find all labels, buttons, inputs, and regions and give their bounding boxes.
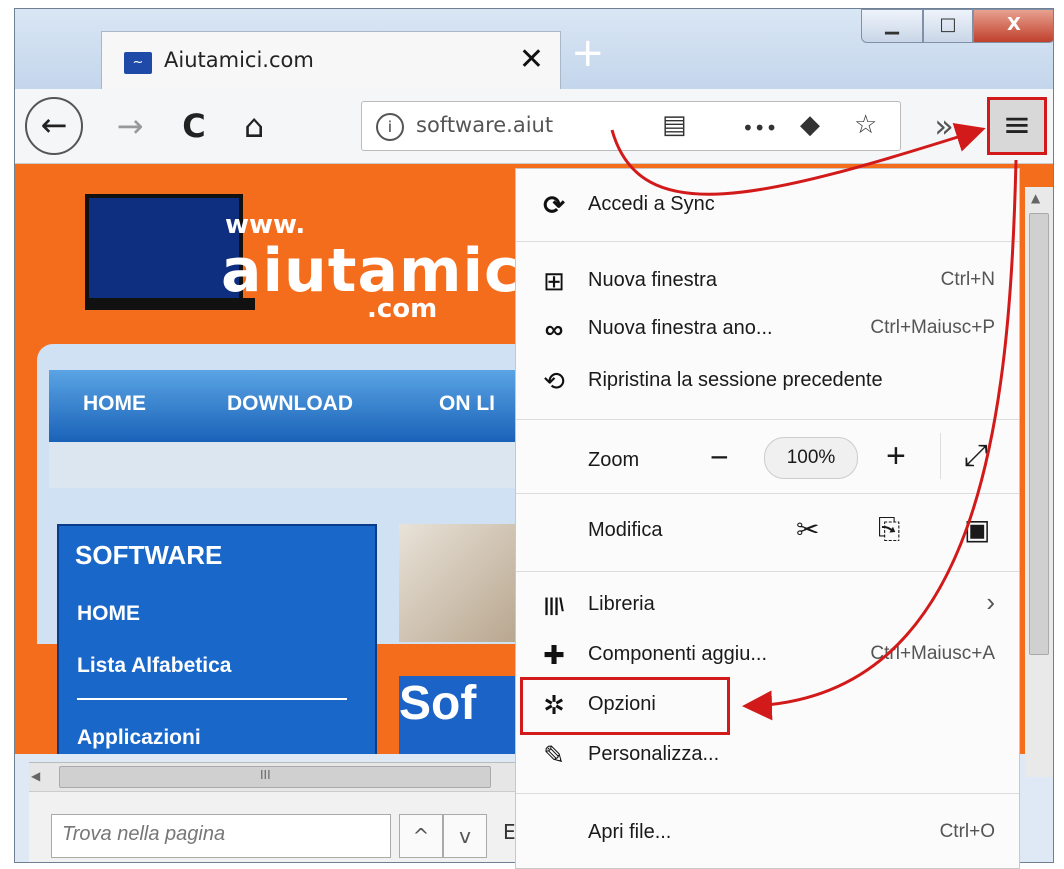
menu-label: Nuova finestra ano...	[588, 317, 773, 339]
options-highlight-box	[520, 677, 730, 735]
main-menu-panel: ⟳ Accedi a Sync ⊞ Nuova finestra Ctrl+N …	[515, 168, 1020, 869]
reader-view-icon[interactable]: ▤	[662, 110, 687, 140]
hamburger-menu-button[interactable]: ≡	[987, 97, 1047, 155]
find-input[interactable]: Trova nella pagina	[51, 814, 391, 858]
menu-row-edit: Modifica ✂ ⎘ ▣	[516, 507, 1019, 555]
menu-item-sync[interactable]: ⟳ Accedi a Sync	[516, 181, 1019, 229]
menu-separator	[516, 419, 1019, 420]
menu-label: Componenti aggiu...	[588, 643, 768, 665]
close-window-button[interactable]: X	[973, 9, 1053, 43]
menu-shortcut: Ctrl+Maiusc+P	[870, 317, 995, 338]
navigation-toolbar: ← → C ⌂ i software.aiut ▤ ••• ◆ ☆ » ≡	[15, 89, 1053, 164]
menu-label: Ripristina la sessione precedente	[588, 369, 883, 391]
scroll-grip: III	[260, 768, 271, 782]
pocket-icon[interactable]: ◆	[800, 110, 820, 140]
find-bar: Trova nella pagina ^ v E	[29, 791, 529, 862]
menu-item-new-window[interactable]: ⊞ Nuova finestra Ctrl+N	[516, 257, 1019, 305]
new-window-icon: ⊞	[543, 266, 565, 296]
menu-separator	[516, 793, 1019, 794]
sync-icon: ⟳	[543, 190, 565, 220]
reload-button[interactable]: C	[167, 101, 221, 151]
sidebar-item-lista[interactable]: Lista Alfabetica	[77, 654, 231, 678]
menu-shortcut: Ctrl+N	[940, 269, 995, 290]
tab-title: Aiutamici.com	[164, 48, 314, 72]
page-actions-icon[interactable]: •••	[742, 116, 777, 140]
private-mask-icon: ∞	[544, 314, 564, 344]
copy-icon[interactable]: ⎘	[878, 513, 900, 546]
menu-separator	[516, 571, 1019, 572]
url-bar[interactable]: i software.aiut ▤ ••• ◆ ☆	[361, 101, 901, 151]
edit-label: Modifica	[588, 519, 663, 541]
submenu-arrow-icon: ›	[986, 587, 995, 617]
url-text[interactable]: software.aiut	[416, 113, 611, 137]
menu-label: Apri file...	[588, 821, 672, 843]
find-next-button[interactable]: v	[443, 814, 487, 858]
site-navbar: HOME DOWNLOAD ON LI	[49, 370, 539, 442]
menu-item-restore-session[interactable]: ⟲ Ripristina la sessione precedente	[516, 357, 1019, 405]
menu-shortcut: Ctrl+O	[939, 821, 995, 842]
tab-close-icon[interactable]: ✕	[519, 42, 544, 77]
zoom-reset-button[interactable]: 100%	[764, 437, 858, 479]
site-nav-online[interactable]: ON LI	[439, 392, 495, 416]
find-options-label: E	[503, 820, 516, 844]
menu-item-library[interactable]: |||\ Libreria ›	[516, 581, 1019, 629]
restore-session-icon: ⟲	[543, 366, 565, 396]
zoom-in-button[interactable]: +	[886, 437, 906, 476]
minimize-button[interactable]: ▁	[861, 9, 923, 43]
maximize-button[interactable]: □	[923, 9, 973, 43]
site-nav-home[interactable]: HOME	[83, 392, 146, 416]
menu-item-open-file[interactable]: Apri file... Ctrl+O	[516, 809, 1019, 857]
menu-item-private-window[interactable]: ∞ Nuova finestra ano... Ctrl+Maiusc+P	[516, 305, 1019, 353]
menu-item-addons[interactable]: ✚ Componenti aggiu... Ctrl+Maiusc+A	[516, 631, 1019, 679]
site-info-icon[interactable]: i	[376, 113, 404, 141]
vertical-scrollbar[interactable]: ▲	[1025, 187, 1053, 777]
bookmark-star-icon[interactable]: ☆	[854, 110, 877, 140]
fullscreen-icon[interactable]: ⤢	[964, 439, 988, 473]
sidebar-item-home[interactable]: HOME	[77, 602, 140, 626]
sidebar-title: SOFTWARE	[75, 540, 223, 570]
back-button[interactable]: ←	[25, 97, 83, 155]
sidebar-item-applicazioni[interactable]: Applicazioni	[77, 726, 201, 750]
overflow-menu-button[interactable]: »	[917, 101, 971, 151]
scroll-left-icon[interactable]: ◀	[31, 769, 40, 783]
horizontal-scroll-thumb[interactable]: III	[59, 766, 491, 788]
menu-row-zoom: Zoom − 100% + ⤢	[516, 433, 1019, 485]
scroll-up-icon[interactable]: ▲	[1031, 191, 1040, 205]
new-tab-button[interactable]: +	[571, 33, 605, 73]
sidebar-divider	[77, 698, 347, 700]
library-icon: |||\	[543, 595, 565, 615]
favicon-icon: ~	[124, 52, 152, 74]
menu-label: Accedi a Sync	[588, 193, 715, 215]
menu-label: Libreria	[588, 593, 655, 615]
promo-photo[interactable]	[399, 524, 519, 642]
menu-separator	[516, 241, 1019, 242]
menu-label: Nuova finestra	[588, 269, 717, 291]
find-previous-button[interactable]: ^	[399, 814, 443, 858]
tab-strip: ~ Aiutamici.com ✕ + ▁ □ X	[15, 9, 1053, 89]
zoom-out-button[interactable]: −	[710, 439, 729, 476]
logo-monitor-icon	[85, 194, 243, 302]
menu-item-customize[interactable]: ✎ Personalizza...	[516, 731, 1019, 779]
vertical-scroll-thumb[interactable]	[1029, 213, 1049, 655]
tab-aiutamici[interactable]: ~ Aiutamici.com ✕	[101, 31, 561, 89]
menu-separator	[516, 493, 1019, 494]
zoom-divider	[940, 433, 941, 479]
paintbrush-icon: ✎	[543, 740, 565, 770]
home-button[interactable]: ⌂	[227, 101, 281, 151]
zoom-label: Zoom	[588, 449, 640, 471]
forward-button[interactable]: →	[103, 101, 157, 151]
cut-icon[interactable]: ✂	[796, 513, 819, 546]
menu-label: Personalizza...	[588, 743, 720, 765]
menu-shortcut: Ctrl+Maiusc+A	[870, 643, 995, 664]
site-subnav	[49, 442, 539, 488]
software-banner[interactable]: Sof	[399, 676, 519, 754]
software-sidebar: SOFTWARE HOME Lista Alfabetica Applicazi…	[57, 524, 377, 754]
logo-com: .com	[367, 294, 438, 324]
addons-puzzle-icon: ✚	[543, 640, 565, 670]
horizontal-scrollbar[interactable]: ◀ III	[29, 762, 529, 791]
paste-icon[interactable]: ▣	[964, 513, 990, 546]
site-nav-download[interactable]: DOWNLOAD	[227, 392, 353, 416]
